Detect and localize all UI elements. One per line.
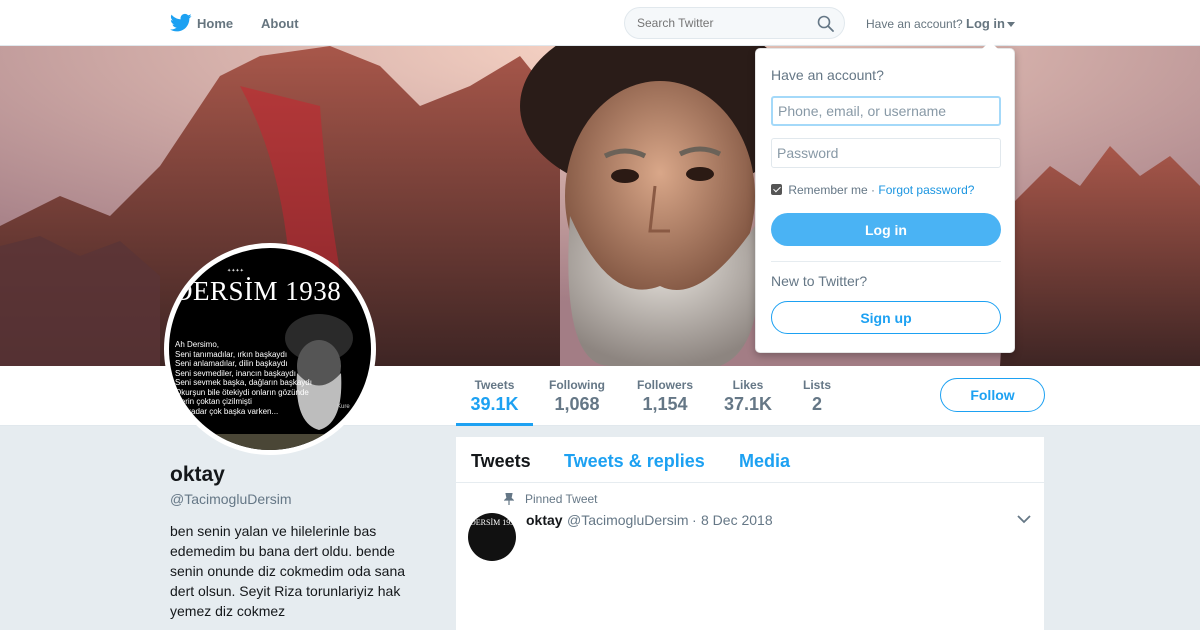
username-field[interactable] [771,96,1001,126]
search-icon[interactable] [817,15,834,32]
stat-followers[interactable]: Followers 1,154 [630,366,700,426]
stat-likes[interactable]: Likes 37.1K [720,366,776,426]
profile-bio: ben senin yalan ve hilelerinle bas edeme… [170,523,406,619]
stat-label: Likes [732,378,764,392]
stat-value: 2 [811,394,822,414]
follow-button[interactable]: Follow [940,378,1045,412]
stat-following[interactable]: Following 1,068 [541,366,613,426]
forgot-password-link[interactable]: Forgot password? [878,183,974,197]
tab-media[interactable]: Media [739,451,790,472]
login-button[interactable]: Log in [771,213,1001,246]
stat-label: Followers [636,378,693,392]
search-box [624,7,845,39]
remember-me-row: Remember me · Forgot password? [771,183,974,197]
tab-tweets[interactable]: Tweets [471,451,531,472]
timeline-tabs: Tweets Tweets & replies Media [456,437,1044,483]
chevron-down-icon[interactable] [1017,514,1031,524]
tweet-avatar[interactable]: DERSİM 1938 [468,513,516,561]
stat-label: Following [549,378,605,392]
top-navigation-bar: Home About Have an account? Log in [0,0,1200,46]
new-to-twitter-text: New to Twitter? [771,273,868,289]
pin-icon [504,493,514,505]
stat-lists[interactable]: Lists 2 [798,366,836,426]
avatar-signature: Kure [337,404,350,410]
tweet-separator: · [692,512,697,528]
divider [771,261,1001,262]
tweet-date[interactable]: 8 Dec 2018 [701,512,773,528]
stat-value: 39.1K [470,394,519,414]
signup-button[interactable]: Sign up [771,301,1001,334]
stat-value: 1,068 [554,394,600,414]
stat-label: Tweets [474,378,515,392]
tweet-author-name[interactable]: oktay [526,512,563,528]
search-input[interactable] [637,16,807,30]
nav-home-link[interactable]: Home [197,16,233,31]
tweet-author-handle[interactable]: @TacimogluDersim [567,512,689,528]
profile-avatar[interactable]: ✦✦✦✦ DERSİM 1938 Ah Dersimo, Seni tanıma… [164,243,376,455]
login-toggle-label: Log in [966,16,1005,31]
profile-handle[interactable]: @TacimogluDersim [170,491,292,507]
have-account-text: Have an account? [866,17,963,31]
tab-tweets-and-replies[interactable]: Tweets & replies [564,451,705,472]
stat-value: 1,154 [642,394,688,414]
avatar-ground [169,434,371,450]
login-dropdown-title: Have an account? [771,67,884,83]
timeline: Tweets Tweets & replies Media Pinned Twe… [456,437,1044,630]
tweet-avatar-text: DERSİM 1938 [470,518,516,527]
remember-me-label[interactable]: Remember me [788,183,867,197]
remember-separator: · [871,183,876,197]
stat-tweets[interactable]: Tweets 39.1K [456,366,533,426]
nav-about-link[interactable]: About [261,16,299,31]
twitter-bird-logo-icon[interactable] [170,13,192,33]
stat-value: 37.1K [723,394,773,414]
stat-label: Lists [802,378,831,392]
password-field[interactable] [771,138,1001,168]
login-dropdown-toggle[interactable]: Log in [966,16,1015,31]
avatar-image: ✦✦✦✦ DERSİM 1938 Ah Dersimo, Seni tanıma… [169,248,371,450]
avatar-small-text: ✦✦✦✦ [227,268,244,274]
caret-down-icon [1007,22,1015,28]
login-dropdown: Have an account? Remember me · Forgot pa… [755,41,1015,353]
remember-me-checkbox[interactable] [771,184,782,195]
avatar-title: DERSİM 1938 [173,276,342,306]
pinned-tweet-label: Pinned Tweet [525,492,598,506]
profile-name[interactable]: oktay [170,463,225,487]
avatar-poem: Ah Dersimo, Seni tanımadılar, ırkın başk… [175,340,312,416]
